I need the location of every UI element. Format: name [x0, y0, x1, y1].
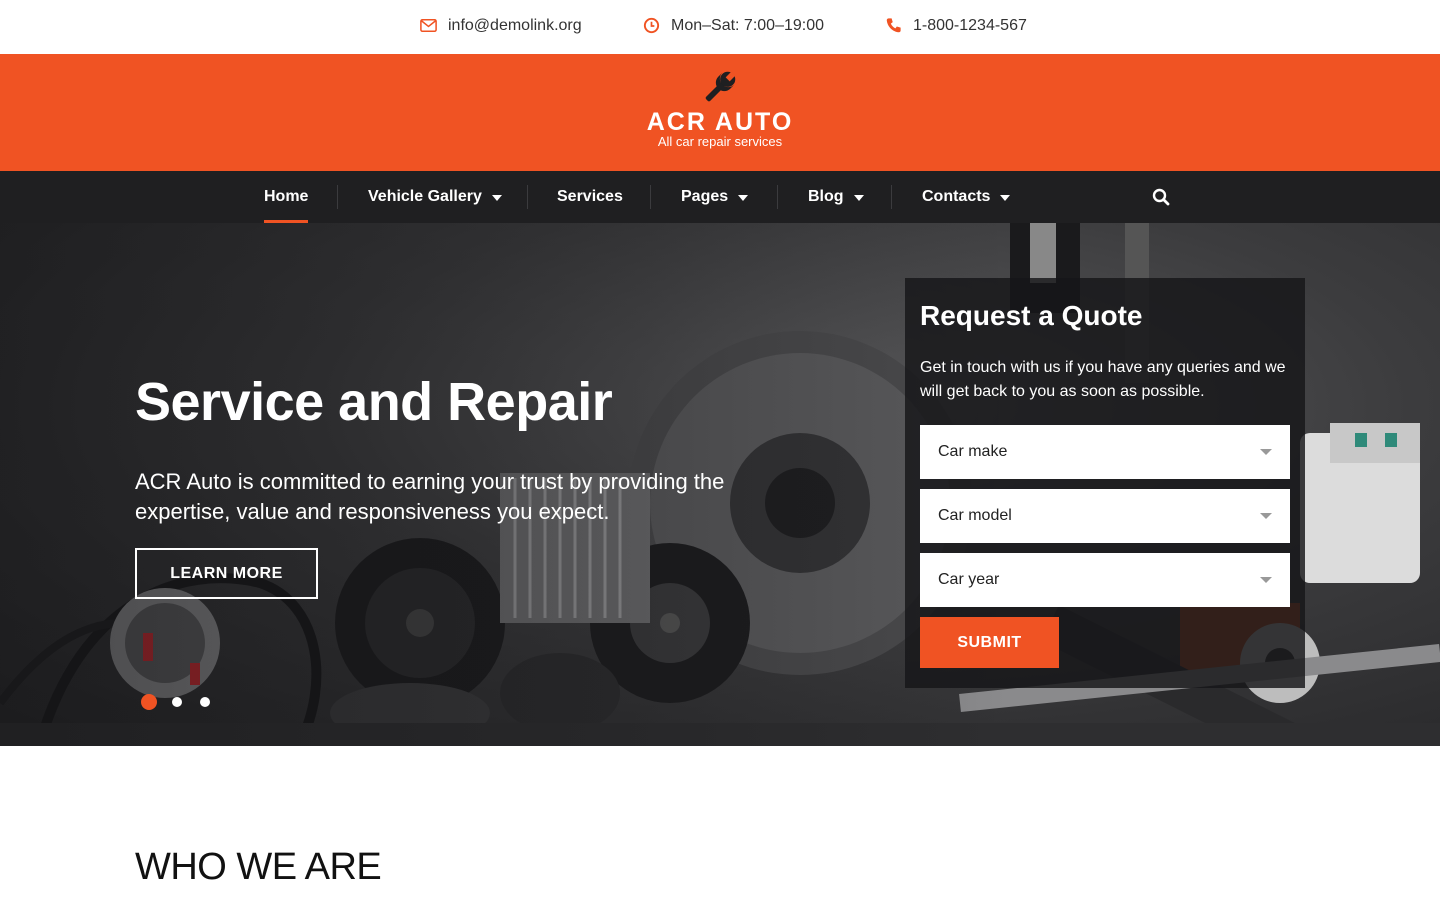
hero-slider: Service and Repair ACR Auto is committed…: [0, 223, 1440, 746]
quote-form-title: Request a Quote: [920, 300, 1143, 331]
chevron-down-icon: [491, 195, 502, 201]
submit-button[interactable]: SUBMIT: [920, 617, 1059, 668]
nav-divider: [777, 185, 778, 209]
select-value: Car year: [938, 571, 1000, 588]
brand-name[interactable]: ACR AUTO: [0, 108, 1440, 137]
contact-phone-text[interactable]: 1-800-1234-567: [913, 17, 1027, 35]
chevron-down-icon: [853, 195, 864, 201]
chevron-down-icon: [1260, 513, 1272, 519]
phone-icon: [886, 18, 901, 33]
nav-item-pages[interactable]: Pages: [681, 171, 749, 223]
chevron-down-icon: [1000, 195, 1011, 201]
clock-icon: [643, 17, 660, 34]
main-nav: Home Vehicle Gallery Services Pages Blog…: [0, 171, 1440, 223]
chevron-down-icon: [1260, 577, 1272, 583]
select-value: Car model: [938, 507, 1012, 524]
wrench-icon[interactable]: [700, 71, 738, 105]
nav-item-services[interactable]: Services: [557, 171, 623, 223]
chevron-down-icon: [1260, 449, 1272, 455]
search-icon[interactable]: [1151, 187, 1171, 207]
nav-item-label: Home: [264, 188, 309, 205]
nav-item-label: Vehicle Gallery: [368, 188, 482, 205]
hero-title: Service and Repair: [135, 372, 613, 432]
nav-divider: [527, 185, 528, 209]
nav-divider: [891, 185, 892, 209]
nav-item-label: Services: [557, 188, 623, 205]
car-year-select[interactable]: Car year: [920, 553, 1290, 607]
brand-tagline: All car repair services: [657, 134, 783, 149]
envelope-icon: [420, 19, 437, 32]
section-title-who-we-are: WHO WE ARE: [135, 846, 382, 888]
select-value: Car make: [938, 443, 1008, 460]
contact-email[interactable]: info@demolink.org: [419, 16, 582, 35]
contact-hours: Mon–Sat: 7:00–19:00: [642, 16, 824, 35]
quote-form-description: Get in touch with us if you have any que…: [920, 359, 1286, 400]
nav-item-contacts[interactable]: Contacts: [922, 171, 1011, 223]
brand-header: ACR AUTO All car repair services: [0, 54, 1440, 171]
nav-item-vehicle-gallery[interactable]: Vehicle Gallery: [368, 171, 502, 223]
nav-divider: [650, 185, 651, 209]
chevron-down-icon: [738, 195, 749, 201]
nav-item-label: Blog: [808, 188, 844, 205]
nav-item-label: Pages: [681, 188, 729, 205]
slider-dot-2[interactable]: [172, 697, 182, 707]
learn-more-button[interactable]: LEARN MORE: [135, 548, 318, 599]
nav-item-blog[interactable]: Blog: [808, 171, 864, 223]
slider-dot-3[interactable]: [200, 697, 210, 707]
top-contact-bar: info@demolink.org Mon–Sat: 7:00–19:00 1-…: [0, 0, 1440, 54]
nav-item-label: Contacts: [922, 188, 991, 205]
car-make-select[interactable]: Car make: [920, 425, 1290, 479]
contact-phone[interactable]: 1-800-1234-567: [884, 16, 1027, 35]
contact-email-text[interactable]: info@demolink.org: [448, 17, 582, 35]
car-model-select[interactable]: Car model: [920, 489, 1290, 543]
hero-description: ACR Auto is committed to earning your tr…: [135, 469, 725, 524]
slider-dot-1[interactable]: [141, 694, 157, 710]
nav-divider: [337, 185, 338, 209]
quote-form: Request a Quote Get in touch with us if …: [905, 278, 1305, 688]
contact-hours-text: Mon–Sat: 7:00–19:00: [671, 16, 825, 34]
nav-item-home[interactable]: Home: [264, 171, 309, 223]
